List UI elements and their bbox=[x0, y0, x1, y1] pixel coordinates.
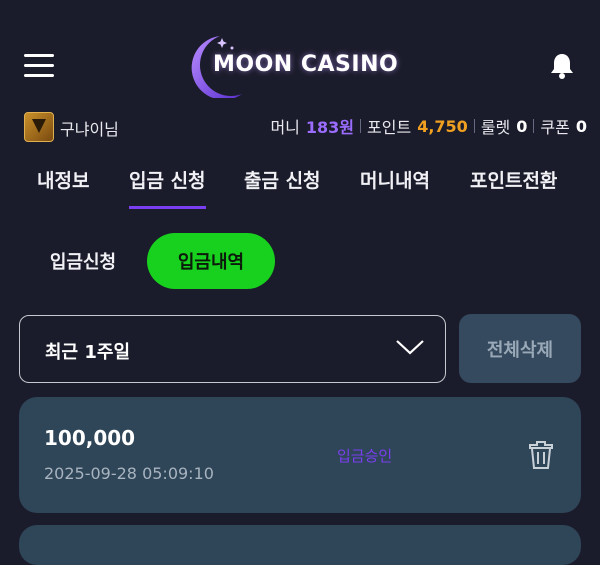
bell-icon[interactable] bbox=[549, 52, 575, 80]
tab-deposit-request[interactable]: 입금 신청 bbox=[129, 166, 206, 209]
roulette-value: 0 bbox=[516, 116, 528, 136]
trash-icon[interactable] bbox=[528, 440, 554, 470]
avatar bbox=[24, 112, 54, 142]
coupon-value: 0 bbox=[575, 116, 587, 136]
divider bbox=[473, 119, 475, 133]
point-value: 4,750 bbox=[417, 116, 468, 136]
main-tabs: 내정보 입금 신청 출금 신청 머니내역 포인트전환 bbox=[0, 160, 600, 209]
divider bbox=[360, 119, 362, 133]
username: 구냐이님 bbox=[60, 120, 119, 139]
user-stats: 머니 183원 포인트 4,750 룰렛 0 쿠폰 0 bbox=[270, 114, 587, 138]
user-info-bar: 구냐이님 머니 183원 포인트 4,750 룰렛 0 쿠폰 0 bbox=[0, 110, 600, 144]
delete-all-button[interactable]: 전체삭제 bbox=[459, 314, 581, 383]
tab-point-convert[interactable]: 포인트전환 bbox=[470, 166, 557, 193]
tab-money-history[interactable]: 머니내역 bbox=[360, 166, 430, 193]
deposit-datetime: 2025-09-28 05:09:10 bbox=[44, 464, 214, 483]
logo-text[interactable]: MOON CASINO bbox=[213, 52, 398, 77]
chevron-down-icon bbox=[396, 340, 424, 355]
hamburger-menu-icon[interactable] bbox=[24, 54, 54, 78]
period-select-value: 최근 1주일 bbox=[45, 342, 131, 363]
deposit-record-card: 100,000 2025-09-28 05:09:10 입금승인 bbox=[19, 397, 581, 513]
period-select[interactable]: 최근 1주일 bbox=[19, 315, 446, 383]
deposit-amount: 100,000 bbox=[44, 426, 136, 450]
header: MOON CASINO bbox=[0, 0, 600, 105]
subtab-deposit-request[interactable]: 입금신청 bbox=[40, 233, 126, 289]
divider bbox=[533, 119, 535, 133]
tab-my-info[interactable]: 내정보 bbox=[37, 166, 89, 193]
deposit-record-card bbox=[19, 525, 581, 565]
coupon-label: 쿠폰 bbox=[540, 118, 570, 137]
roulette-label: 룰렛 bbox=[480, 118, 511, 137]
money-value: 183원 bbox=[305, 118, 355, 137]
tab-withdraw-request[interactable]: 출금 신청 bbox=[244, 166, 321, 193]
deposit-status: 입금승인 bbox=[337, 447, 393, 465]
point-label: 포인트 bbox=[367, 118, 412, 137]
money-label: 머니 bbox=[270, 118, 300, 137]
subtab-deposit-history[interactable]: 입금내역 bbox=[147, 233, 275, 289]
